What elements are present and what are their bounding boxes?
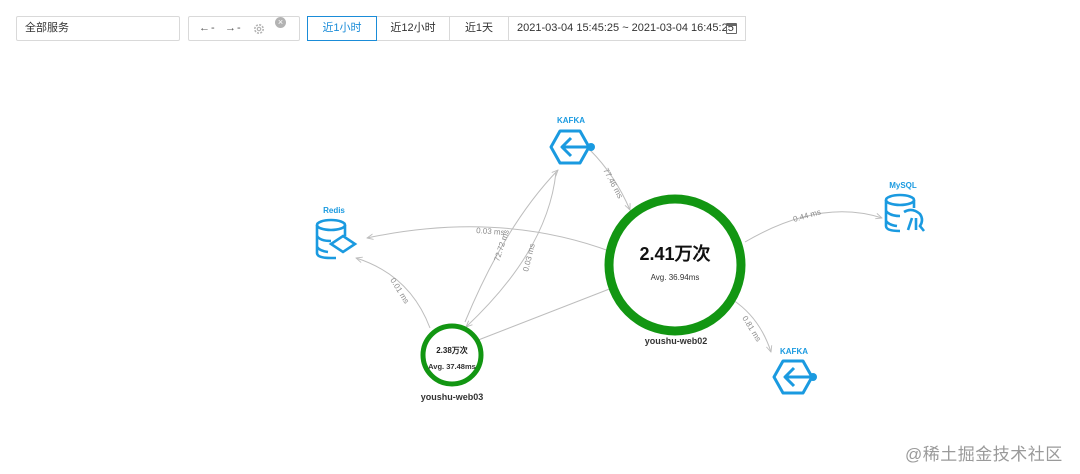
topology-graph: 77.46 ms 0.44 ms 0.03 ms 72.72 ms 0.03 m… bbox=[315, 116, 926, 402]
service-node-web03[interactable]: 2.38万次 Avg. 37.48ms youshu-web03 bbox=[420, 323, 484, 402]
service-name: youshu-web02 bbox=[645, 336, 708, 346]
edge-label: 0.44 ms bbox=[792, 207, 822, 223]
service-ring bbox=[420, 323, 484, 387]
service-count: 2.41万次 bbox=[639, 243, 710, 264]
redis-label: Redis bbox=[323, 206, 345, 215]
service-name: youshu-web03 bbox=[421, 392, 484, 402]
redis-icon bbox=[315, 218, 358, 260]
mysql-node[interactable]: MySQL bbox=[884, 181, 926, 233]
kafka-node-bottom[interactable]: KAFKA bbox=[772, 347, 817, 395]
redis-node[interactable]: Redis bbox=[315, 206, 358, 260]
mysql-icon bbox=[884, 193, 926, 233]
mysql-label: MySQL bbox=[889, 181, 917, 190]
service-node-web02[interactable]: 2.41万次 Avg. 36.94ms youshu-web02 bbox=[604, 194, 746, 346]
service-ring bbox=[604, 194, 746, 336]
kafka-icon bbox=[772, 359, 817, 395]
kafka-label: KAFKA bbox=[557, 116, 585, 125]
service-avg: Avg. 37.48ms bbox=[428, 362, 476, 371]
edge-web03-kafka-a[interactable] bbox=[464, 170, 558, 323]
service-count: 2.38万次 bbox=[436, 345, 468, 355]
edge-kafka-web03[interactable] bbox=[466, 171, 557, 327]
watermark: @稀土掘金技术社区 bbox=[905, 445, 1063, 464]
kafka-icon bbox=[549, 129, 595, 165]
edge-label: 77.46 ms bbox=[601, 167, 624, 200]
kafka-label: KAFKA bbox=[780, 347, 808, 356]
edge-label: 0.03 ms bbox=[521, 243, 537, 273]
edge-label: 0.81 ms bbox=[740, 314, 763, 343]
kafka-node-top[interactable]: KAFKA bbox=[549, 116, 595, 165]
range-1h-button[interactable]: 近1小时 bbox=[307, 16, 377, 41]
edge-web03-web02[interactable] bbox=[467, 287, 613, 345]
edge-web03-redis[interactable] bbox=[356, 258, 431, 329]
edge-labels: 77.46 ms 0.44 ms 0.03 ms 72.72 ms 0.03 m… bbox=[388, 167, 822, 343]
service-avg: Avg. 36.94ms bbox=[651, 273, 700, 282]
